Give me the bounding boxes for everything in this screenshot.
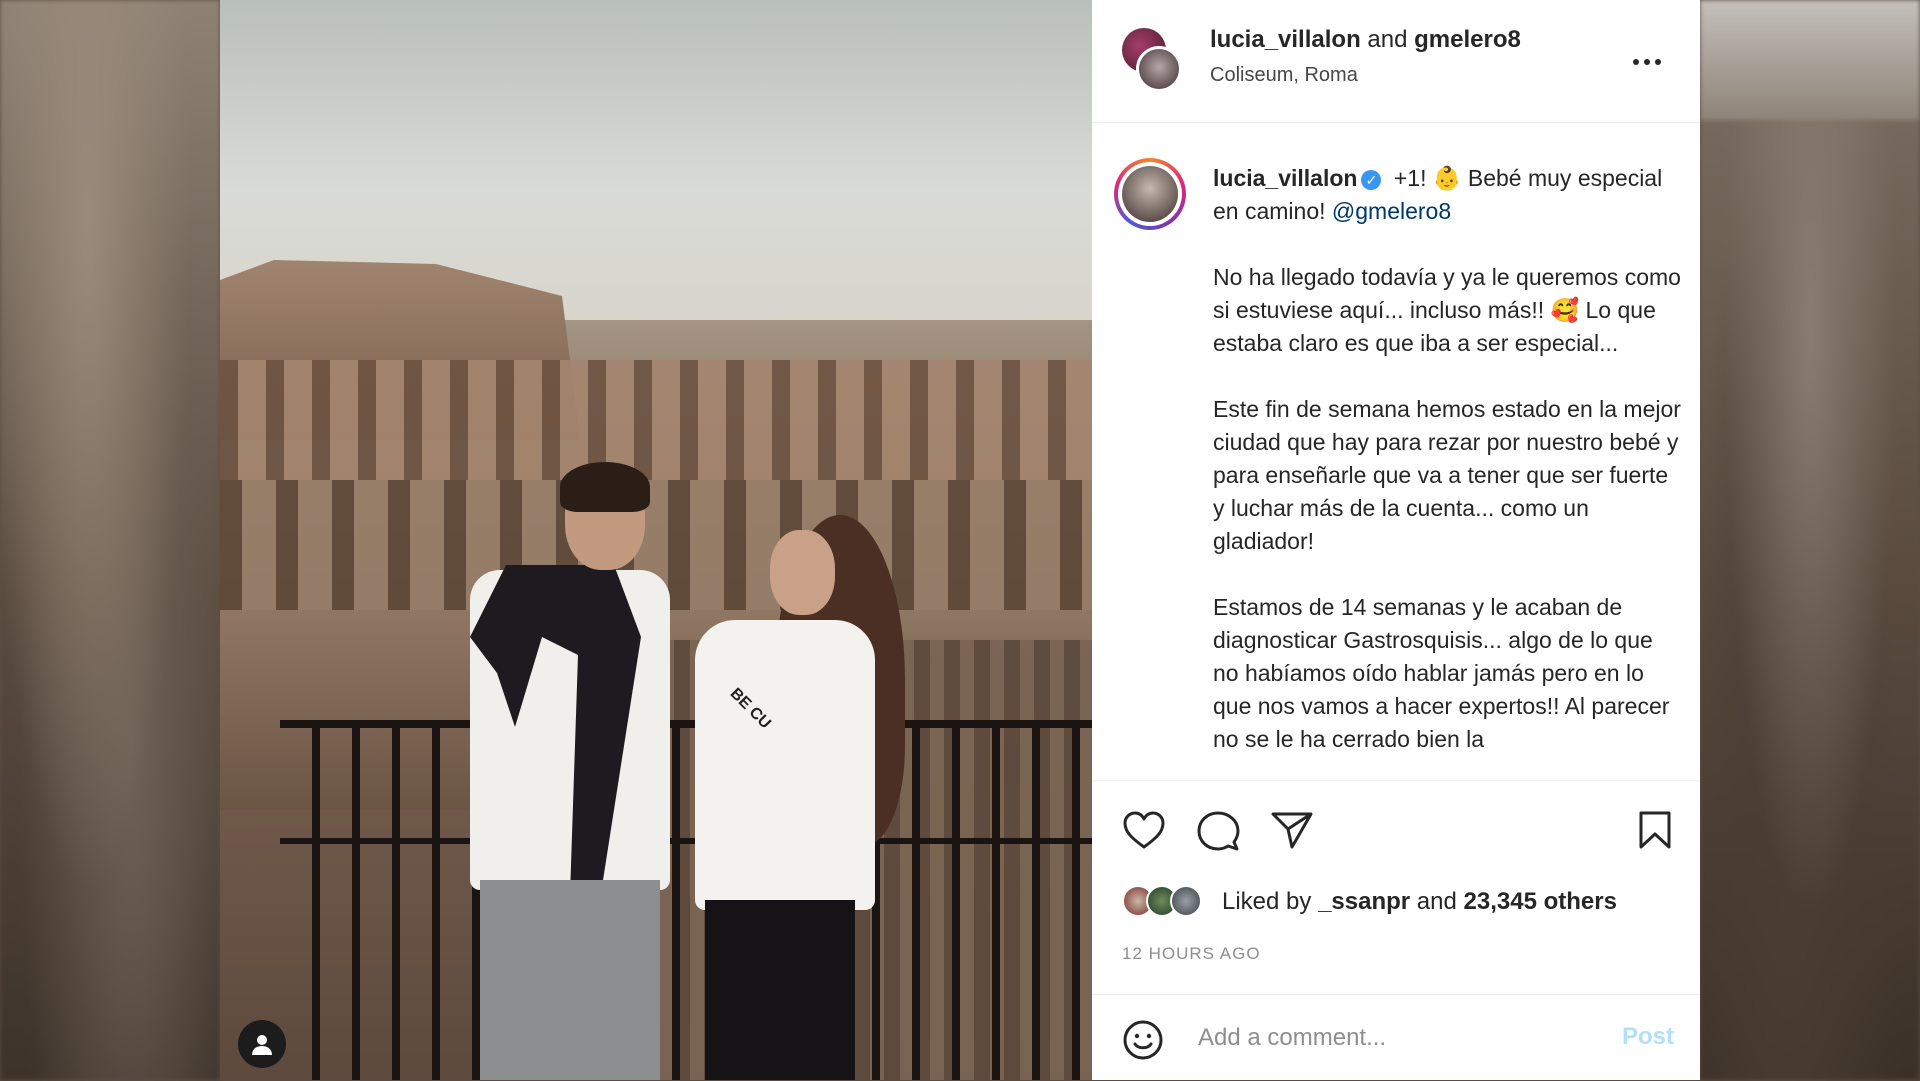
liked-by-label: Liked by: [1222, 888, 1312, 915]
caption-paragraph: No ha llegado todavía y ya le queremos c…: [1213, 264, 1681, 356]
comment-icon: [1197, 811, 1240, 851]
emoji-icon: [1123, 1020, 1163, 1060]
caption-text: lucia_villalon ✓ +1! 👶 Bebé muy especial …: [1213, 162, 1683, 780]
photo-man-hair: [560, 462, 650, 512]
post-header: lucia_villalon and gmelero8 Coliseum, Ro…: [1092, 0, 1700, 123]
send-icon: [1271, 812, 1313, 849]
collab-avatars[interactable]: [1122, 28, 1184, 92]
save-button[interactable]: [1638, 810, 1672, 855]
likes-text: Liked by _ssanpr and 23,345 others: [1222, 888, 1617, 916]
photo-railing-bar: [280, 838, 1092, 844]
caption-avatar[interactable]: [1114, 158, 1186, 230]
action-bar: [1092, 800, 1700, 860]
liker-username[interactable]: _ssanpr: [1318, 888, 1410, 915]
comment-input[interactable]: [1196, 1015, 1600, 1061]
avatar: [1170, 885, 1202, 917]
likes-count[interactable]: 23,345 others: [1464, 888, 1617, 915]
caption-paragraph: lucia_villalon ✓ +1! 👶 Bebé muy especial …: [1213, 162, 1683, 228]
post-side-panel: lucia_villalon and gmelero8 Coliseum, Ro…: [1092, 0, 1700, 1080]
mention-link[interactable]: @gmelero8: [1332, 198, 1451, 224]
caption-area[interactable]: lucia_villalon ✓ +1! 👶 Bebé muy especial …: [1092, 122, 1700, 781]
comment-composer: Post: [1092, 994, 1700, 1081]
owner-username[interactable]: lucia_villalon: [1210, 26, 1361, 53]
likes-summary[interactable]: Liked by _ssanpr and 23,345 others: [1122, 882, 1682, 922]
background-blur-left: [0, 0, 220, 1080]
photo-woman-shirt: [695, 620, 875, 910]
verified-badge-icon: ✓: [1361, 169, 1382, 190]
background-blur-right: [1700, 0, 1920, 1080]
share-button[interactable]: [1270, 810, 1314, 855]
comment-button[interactable]: [1196, 810, 1240, 857]
collaborator-username[interactable]: gmelero8: [1414, 26, 1521, 53]
photo-tier-upper: [220, 360, 1092, 480]
caption-paragraph: Este fin de semana hemos estado en la me…: [1213, 396, 1681, 554]
user-icon: [252, 1035, 272, 1055]
emoji-button[interactable]: [1122, 1019, 1164, 1066]
caption-paragraph: Estamos de 14 semanas y le acaban de dia…: [1213, 594, 1670, 752]
post-location[interactable]: Coliseum, Roma: [1210, 64, 1358, 87]
tagged-users-button[interactable]: [238, 1020, 286, 1068]
avatar: [1136, 46, 1182, 92]
more-options-button[interactable]: [1632, 40, 1662, 74]
more-horizontal-icon: [1633, 59, 1661, 65]
photo-woman-pants: [705, 900, 855, 1080]
post-timestamp[interactable]: 12 HOURS AGO: [1122, 944, 1261, 964]
post-comment-button[interactable]: Post: [1622, 1023, 1674, 1051]
photo-woman-face: [770, 530, 835, 615]
photo-railing: [280, 720, 1092, 1080]
and-text: and: [1367, 26, 1408, 53]
post-photo[interactable]: BE CU: [220, 0, 1092, 1080]
like-button[interactable]: [1122, 810, 1166, 855]
bookmark-icon: [1639, 811, 1671, 849]
post-authors: lucia_villalon and gmelero8: [1210, 26, 1521, 54]
caption-username[interactable]: lucia_villalon: [1213, 165, 1357, 191]
and-text: and: [1416, 888, 1457, 915]
heart-icon: [1123, 811, 1165, 849]
photo-man-pants: [480, 880, 660, 1080]
